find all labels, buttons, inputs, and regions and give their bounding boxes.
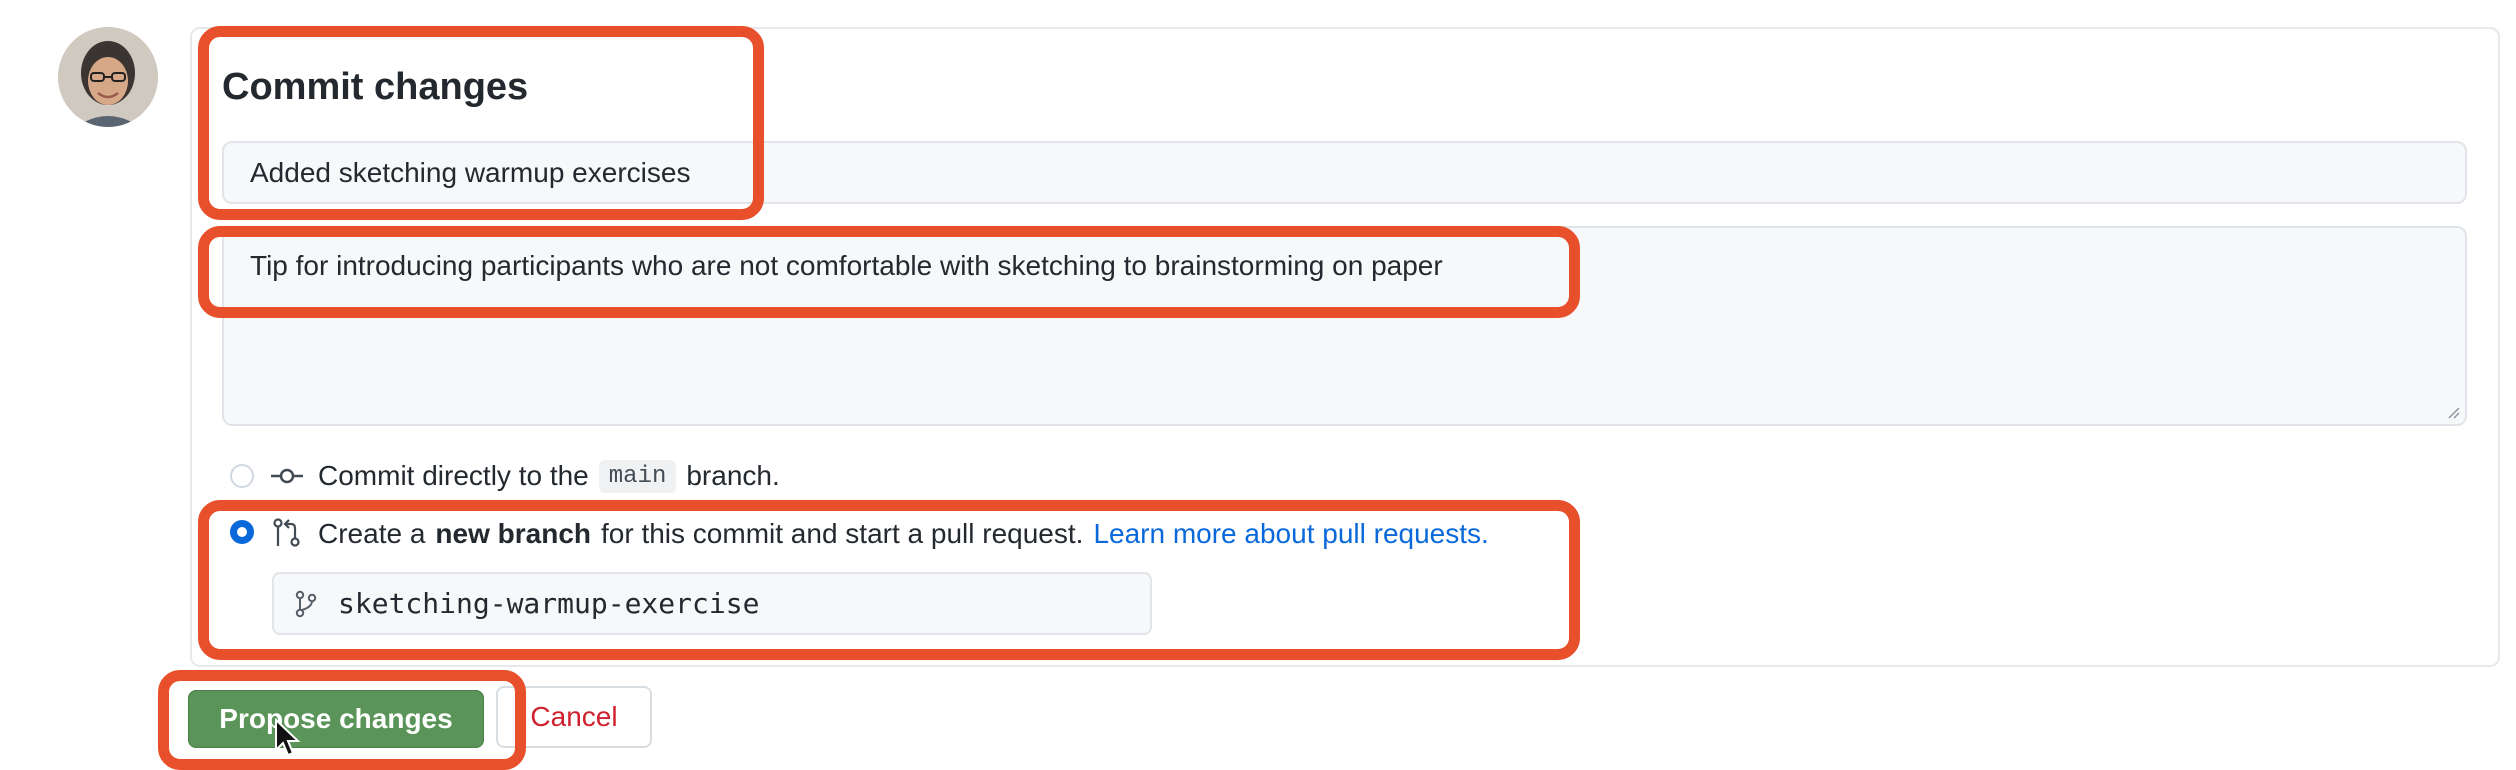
propose-changes-button[interactable]: Propose changes: [188, 690, 484, 748]
resize-handle-icon[interactable]: [2445, 404, 2461, 420]
new-branch-prefix: Create a: [318, 518, 426, 549]
commit-summary-input[interactable]: Added sketching warmup exercises: [222, 141, 2467, 204]
new-branch-bold: new branch: [435, 518, 591, 549]
new-branch-label[interactable]: Create a new branch for this commit and …: [318, 516, 1489, 552]
commit-title: Commit changes: [222, 66, 529, 108]
commit-direct-prefix: Commit directly to the: [318, 460, 589, 491]
branch-name-input[interactable]: sketching-warmup-exercise: [272, 572, 1152, 635]
commit-description-text: Tip for introducing participants who are…: [250, 250, 1443, 281]
commit-direct-suffix: branch.: [686, 460, 780, 491]
new-branch-radio[interactable]: [230, 520, 254, 544]
mouse-cursor-icon: [275, 718, 301, 757]
branch-name-value: sketching-warmup-exercise: [338, 587, 760, 620]
commit-direct-radio[interactable]: [230, 464, 254, 488]
commit-description-textarea[interactable]: Tip for introducing participants who are…: [222, 226, 2467, 426]
new-branch-suffix: for this commit and start a pull request…: [601, 518, 1084, 549]
avatar-icon: [58, 27, 158, 127]
user-avatar[interactable]: [58, 27, 158, 127]
cancel-button[interactable]: Cancel: [496, 686, 652, 748]
commit-direct-label[interactable]: Commit directly to the main branch.: [318, 458, 780, 494]
git-pull-request-icon: [273, 518, 300, 547]
main-branch-code: main: [598, 459, 677, 493]
git-commit-icon: [271, 468, 303, 484]
learn-more-pull-requests-link[interactable]: Learn more about pull requests.: [1093, 518, 1488, 550]
git-branch-icon: [295, 590, 317, 618]
